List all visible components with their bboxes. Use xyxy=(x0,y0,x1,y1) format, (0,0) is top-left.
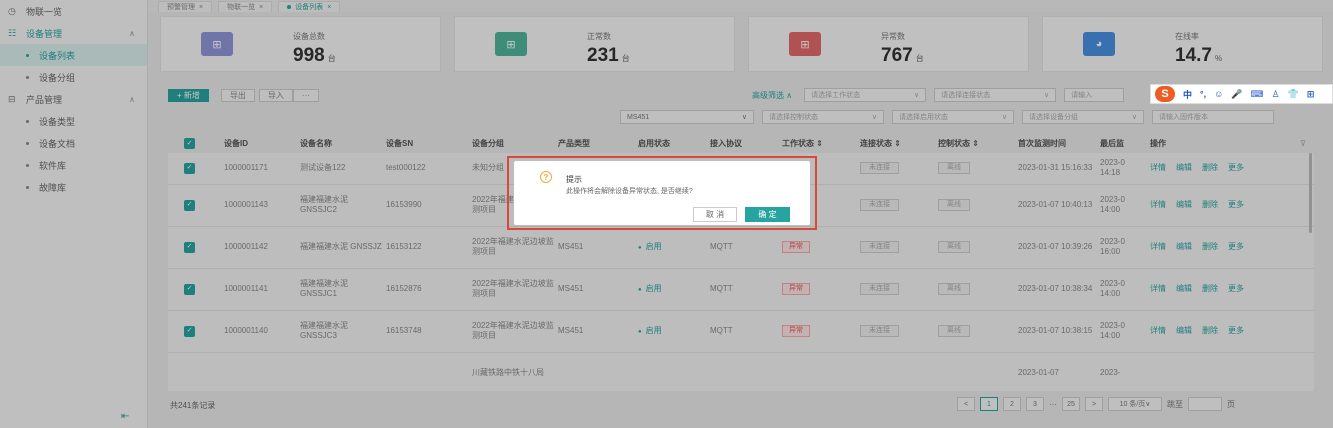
ime-voice-icon[interactable]: 🎤 xyxy=(1231,89,1242,100)
ime-toolbox-icon[interactable]: ⊞ xyxy=(1307,89,1315,100)
warning-icon: ? xyxy=(540,171,552,183)
confirm-button[interactable]: 确 定 xyxy=(745,207,790,222)
ime-emoji-icon[interactable]: ☺ xyxy=(1214,89,1223,99)
ime-keyboard-icon[interactable]: ⌨ xyxy=(1251,89,1264,100)
dialog-title: 提示 xyxy=(566,175,582,184)
dialog-message: 此操作将会解除设备异常状态, 是否继续? xyxy=(566,188,693,195)
cancel-button[interactable]: 取 消 xyxy=(693,207,737,222)
sogou-logo-icon[interactable]: S xyxy=(1155,86,1175,102)
ime-chinese-mode-icon[interactable]: 中 xyxy=(1183,88,1192,101)
ime-punctuation-icon[interactable]: °, xyxy=(1200,89,1206,99)
ime-toolbar: S 中 °, ☺ 🎤 ⌨ ♙ 👕 ⊞ xyxy=(1150,84,1333,104)
ime-user-icon[interactable]: ♙ xyxy=(1272,89,1280,100)
ime-skin-icon[interactable]: 👕 xyxy=(1288,89,1299,100)
confirm-dialog: ? 提示 此操作将会解除设备异常状态, 是否继续? 取 消 确 定 xyxy=(514,161,810,225)
